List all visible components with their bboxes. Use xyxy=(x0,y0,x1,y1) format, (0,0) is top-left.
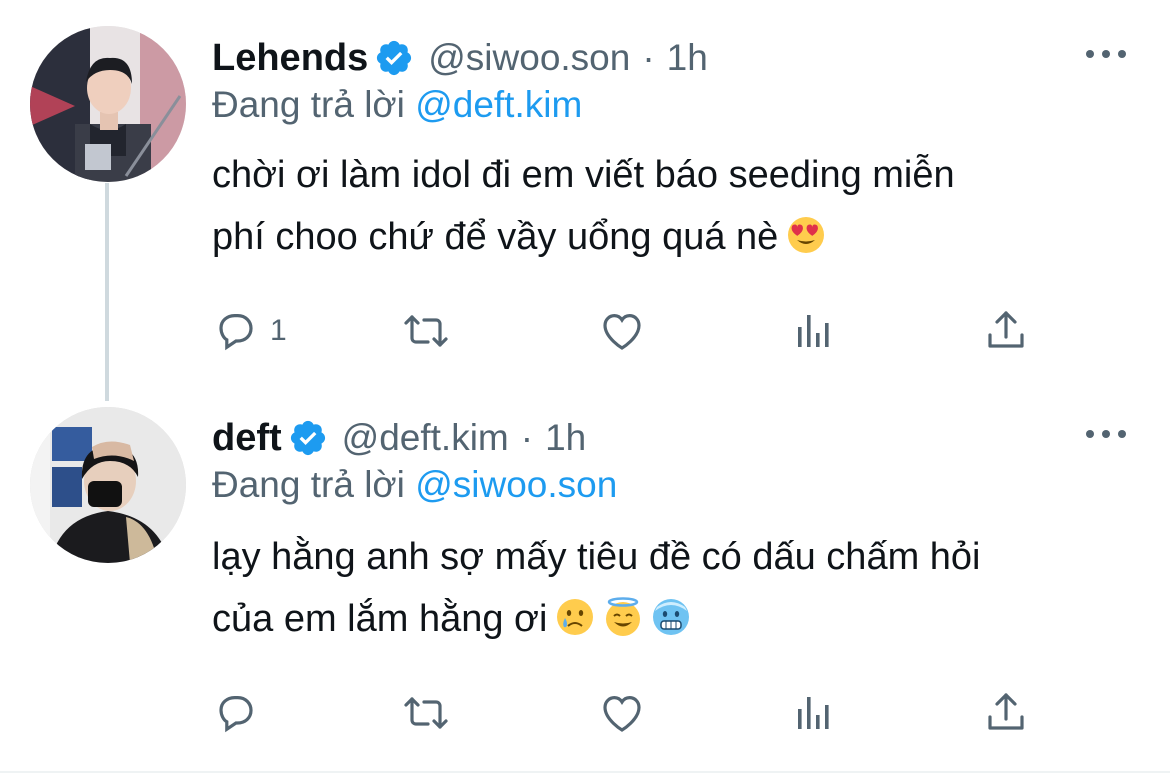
stats-icon xyxy=(798,315,829,347)
cold-face-emoji xyxy=(651,597,691,637)
tweet-text-line: chời ơi làm idol đi em viết báo seeding … xyxy=(212,154,955,196)
retweet-icon xyxy=(404,315,448,347)
share-icon xyxy=(988,311,1024,348)
timestamp[interactable]: 1h xyxy=(545,417,586,459)
halo-emoji xyxy=(603,597,643,637)
tweet-text-line: lạy hằng anh sợ mấy tiêu đề có dấu chấm … xyxy=(212,536,981,578)
stats-icon xyxy=(798,697,829,729)
author-handle[interactable]: @siwoo.son xyxy=(428,37,630,79)
avatar[interactable] xyxy=(30,26,186,182)
reply-icon xyxy=(219,696,253,733)
more-icon[interactable] xyxy=(1086,424,1126,444)
reply-thread: Lehends @siwoo.son · 1h Đang trả lời @de… xyxy=(0,0,1170,773)
replying-to-label: Đang trả lời xyxy=(212,464,405,505)
like-button[interactable] xyxy=(598,688,646,738)
share-button[interactable] xyxy=(982,306,1030,356)
tweet-actions xyxy=(212,688,1042,738)
heart-eyes-emoji xyxy=(786,215,826,255)
author-name[interactable]: Lehends xyxy=(212,37,368,80)
mention-link[interactable]: @siwoo.son xyxy=(415,464,617,505)
tweet-text-line: của em lắm hằng ơi xyxy=(212,598,548,640)
tweet[interactable]: Lehends @siwoo.son · 1h Đang trả lời @de… xyxy=(0,0,1170,390)
crying-emoji xyxy=(555,597,595,637)
replying-to: Đang trả lời @siwoo.son xyxy=(212,464,617,506)
avatar[interactable] xyxy=(30,407,186,563)
reply-count: 1 xyxy=(270,314,287,347)
stats-button[interactable] xyxy=(790,688,838,738)
tweet-actions: 1 xyxy=(212,306,1042,356)
tweet-text: lạy hằng anh sợ mấy tiêu đề có dấu chấm … xyxy=(212,526,1132,650)
heart-icon xyxy=(603,313,641,350)
reply-button[interactable]: 1 xyxy=(212,306,287,356)
share-icon xyxy=(988,693,1024,730)
heart-icon xyxy=(603,695,641,732)
author-name[interactable]: deft xyxy=(212,417,282,460)
verified-badge-icon xyxy=(288,418,328,458)
mention-link[interactable]: @deft.kim xyxy=(415,84,582,125)
retweet-button[interactable] xyxy=(402,306,450,356)
replying-to-label: Đang trả lời xyxy=(212,84,405,125)
share-button[interactable] xyxy=(982,688,1030,738)
tweet-header: Lehends @siwoo.son · 1h xyxy=(212,28,708,88)
separator-dot: · xyxy=(642,37,655,78)
author-handle[interactable]: @deft.kim xyxy=(342,417,509,459)
tweet-text: chời ơi làm idol đi em viết báo seeding … xyxy=(212,144,1132,268)
stats-button[interactable] xyxy=(790,306,838,356)
retweet-button[interactable] xyxy=(402,688,450,738)
tweet[interactable]: deft @deft.kim · 1h Đang trả lời @siwoo.… xyxy=(0,390,1170,773)
separator-dot: · xyxy=(520,417,534,458)
reply-icon xyxy=(219,314,253,351)
more-icon[interactable] xyxy=(1086,44,1126,64)
like-button[interactable] xyxy=(598,306,646,356)
tweet-header: deft @deft.kim · 1h xyxy=(212,408,586,468)
reply-button[interactable] xyxy=(212,688,270,738)
timestamp[interactable]: 1h xyxy=(667,37,708,79)
replying-to: Đang trả lời @deft.kim xyxy=(212,84,582,126)
tweet-text-line: phí choo chứ để vầy uổng quá nè xyxy=(212,216,779,258)
verified-badge-icon xyxy=(374,38,414,78)
retweet-icon xyxy=(404,697,448,729)
